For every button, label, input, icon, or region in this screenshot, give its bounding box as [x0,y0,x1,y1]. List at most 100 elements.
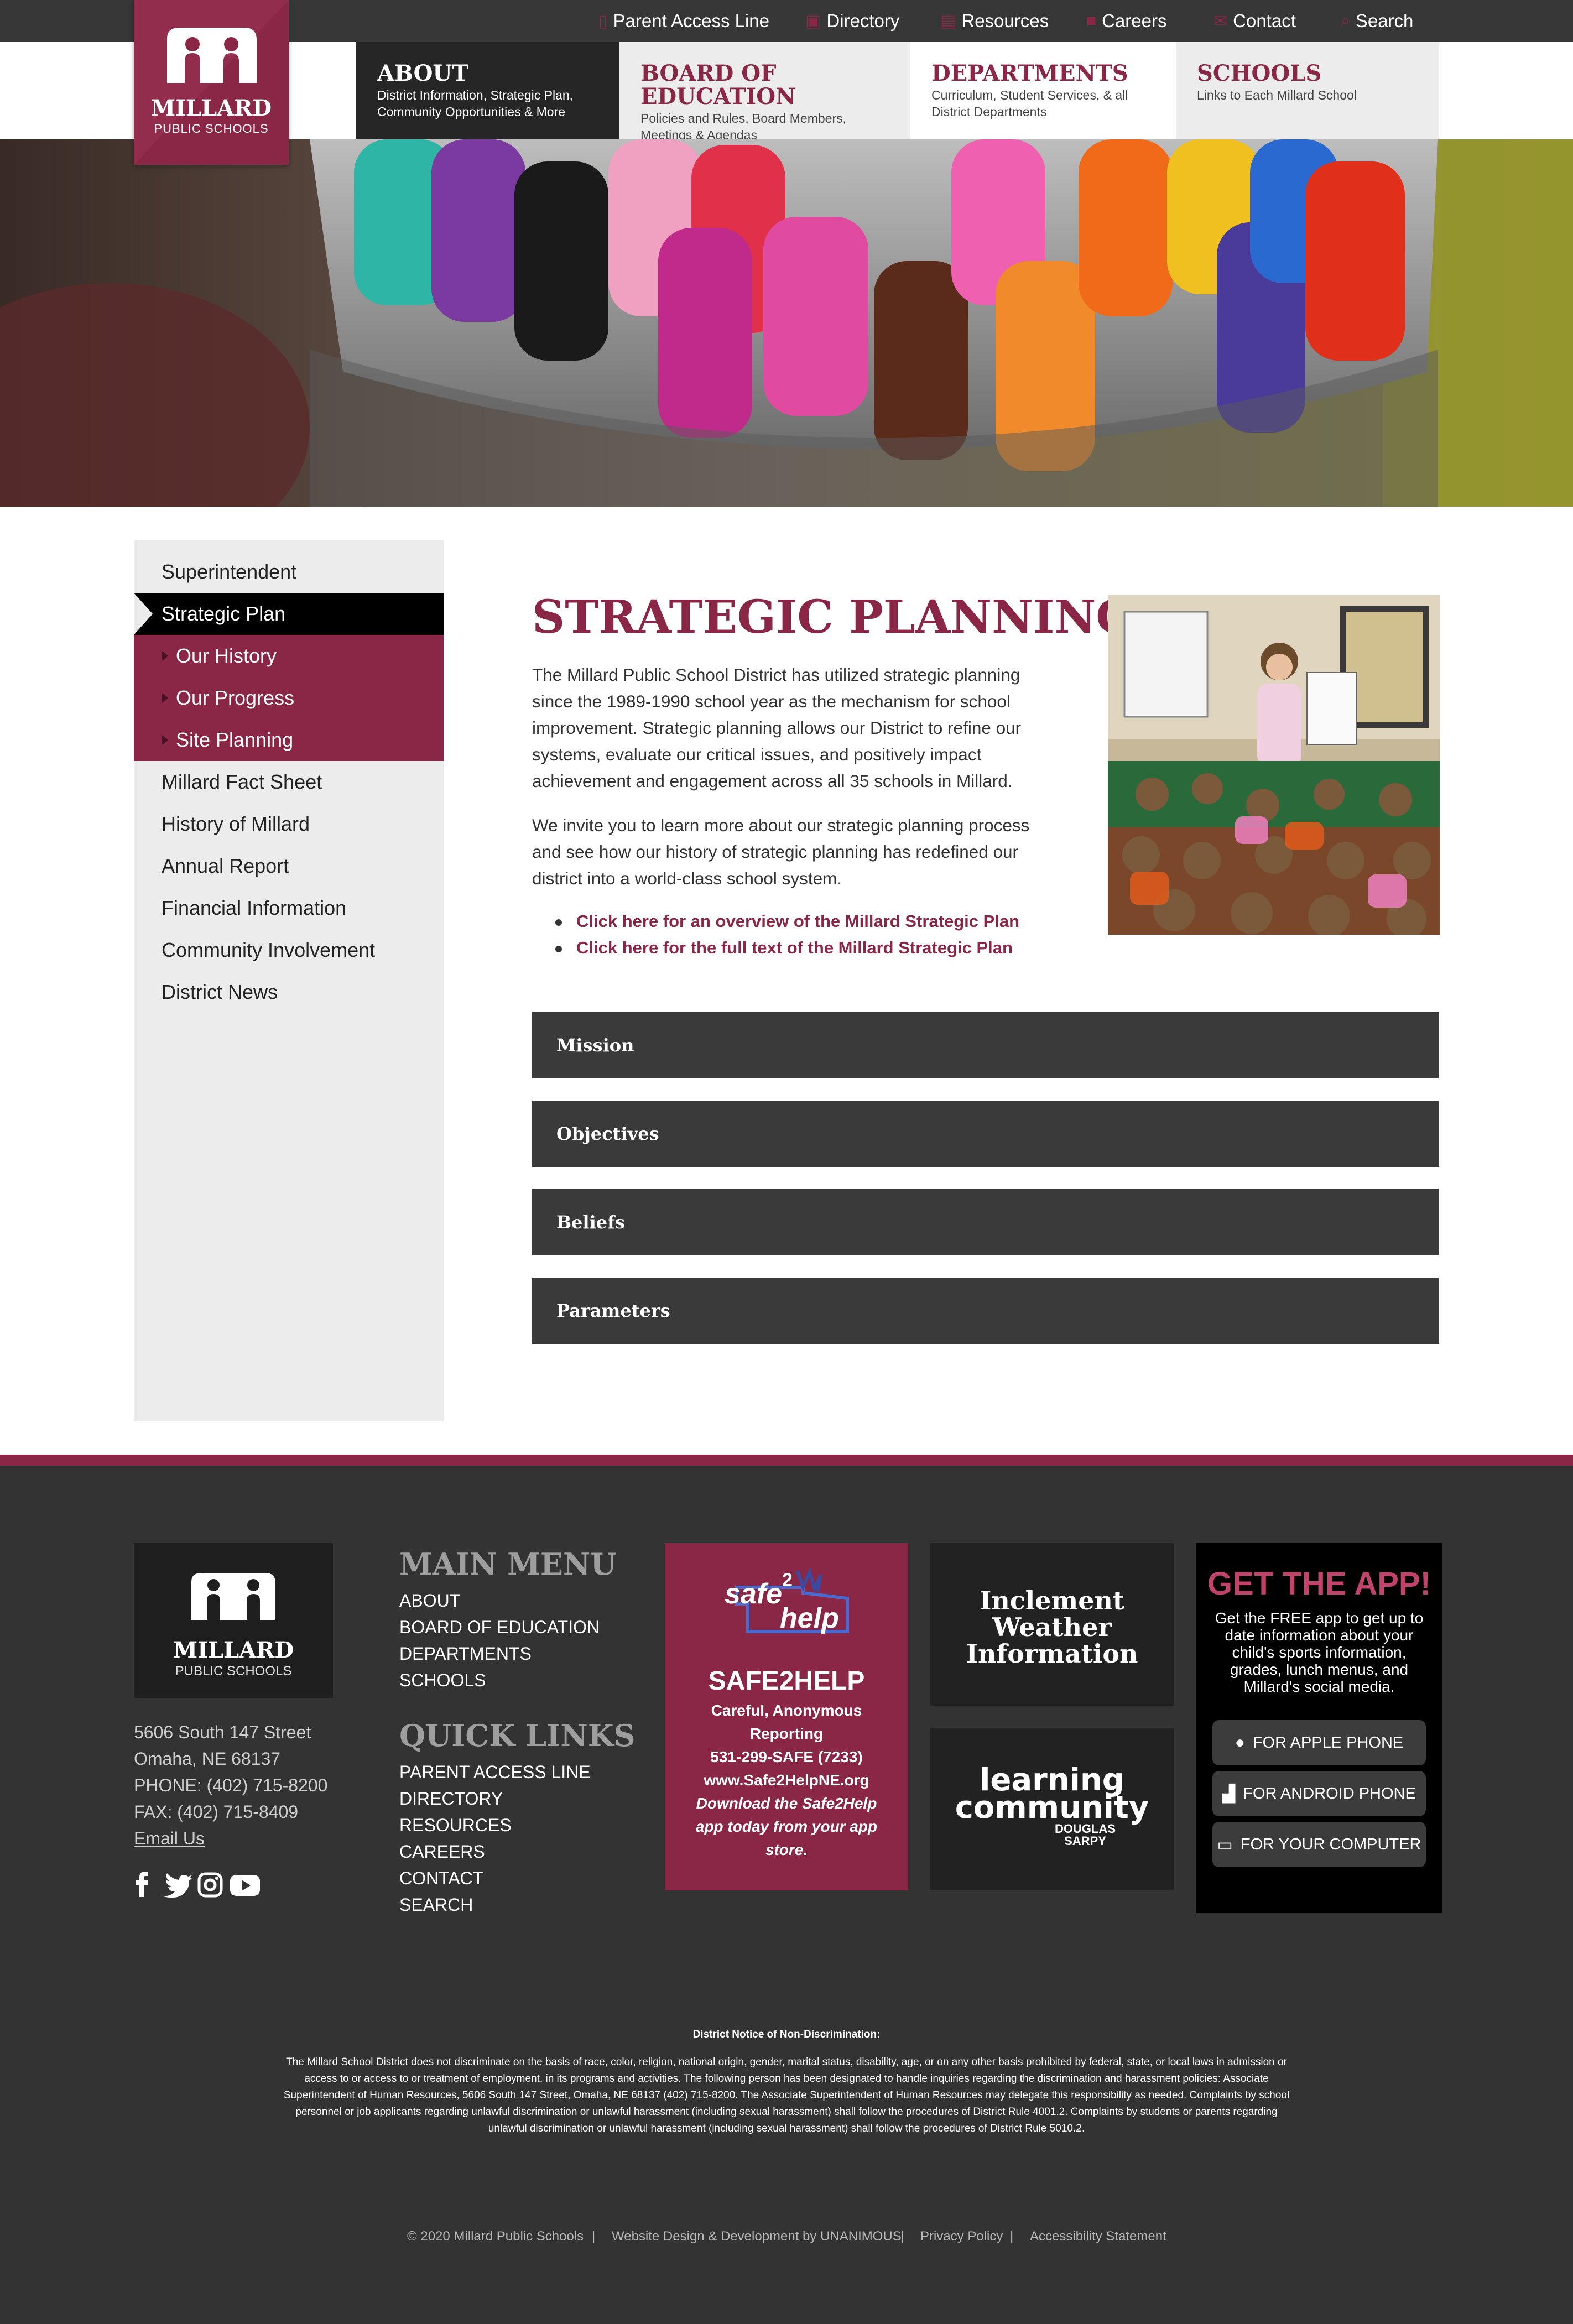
learning-community-card[interactable]: learning community DOUGLAS SARPY [930,1728,1174,1890]
safe2help-phone: 531-299-SAFE (7233) [710,1748,863,1765]
nav-tab-subtitle: District Information, Strategic Plan, [377,88,574,102]
apple-icon: ● [1235,1733,1245,1752]
directory-icon: ▣ [805,12,821,30]
app-button-label: FOR APPLE PHONE [1252,1733,1404,1752]
sidebar-item-label: Millard Fact Sheet [162,770,322,793]
paragraph-line: and see how our history of strategic pla… [532,842,1019,862]
inclement-weather-card[interactable]: Inclement Weather Information [930,1543,1174,1706]
millard-logo[interactable]: MILLARD PUBLIC SCHOOLS [134,0,289,165]
classroom-photo-icon [1108,595,1440,935]
sidebar-item-strategic-plan[interactable]: Strategic Plan [134,593,444,635]
nav-tab-schools[interactable]: SCHOOLS Links to Each Millard School [1176,42,1439,139]
nav-tab-about[interactable]: ABOUT District Information, Strategic Pl… [356,42,619,139]
utility-link-parent-access-line[interactable]: ▯ Parent Access Line [598,0,769,42]
safe2help-logo-num: 2 [782,1570,793,1591]
utility-link-careers[interactable]: ■ Careers [1086,0,1167,42]
logo-sub: PUBLIC SCHOOLS [154,122,269,136]
notice-line: Superintendent of Human Resources, 5606 … [283,2089,1290,2101]
safe2help-line: Download the Safe2Help [696,1795,877,1812]
hero-image [0,139,1573,507]
sidebar-item-our-history[interactable]: Our History [134,635,444,677]
utility-link-label: Parent Access Line [613,11,770,31]
sidebar-item-label: History of Millard [162,812,310,835]
utility-link-label: Resources [961,11,1049,31]
footer-menu-board-of-education[interactable]: BOARD OF EDUCATION [399,1617,600,1638]
safe2help-logo-top: safe [725,1578,783,1610]
accordion-parameters[interactable]: Parameters [532,1278,1439,1344]
notice-line: personnel or job applicants regarding un… [295,2106,1278,2118]
sidebar-item-site-planning[interactable]: Site Planning [134,719,444,761]
sidebar-item-history-of-millard[interactable]: History of Millard [134,803,444,845]
quick-link-search[interactable]: SEARCH [399,1895,473,1915]
separator: | [900,2229,904,2244]
accordion-label: Beliefs [556,1212,625,1233]
android-icon: ▟ [1222,1784,1236,1803]
design-credit-link[interactable]: Website Design & Development by UNANIMOU… [612,2229,902,2244]
learning-line: community [955,1790,1149,1826]
sidebar-item-financial-information[interactable]: Financial Information [134,887,444,929]
classroom-photo [1108,595,1440,935]
quick-link-contact[interactable]: CONTACT [399,1868,483,1889]
sidebar-item-annual-report[interactable]: Annual Report [134,845,444,887]
privacy-policy-link[interactable]: Privacy Policy [920,2229,1003,2244]
weather-title: Inclement Weather Information [930,1587,1174,1667]
quick-link-parent-access-line[interactable]: PARENT ACCESS LINE [399,1762,591,1783]
accordion-label: Mission [556,1035,634,1056]
social-icons-row [136,1872,260,1898]
nav-tab-board-of-education[interactable]: BOARD OF EDUCATION Policies and Rules, B… [619,42,910,142]
safe2help-card[interactable]: safe 2 help SAFE2HELP Careful, Anonymous… [665,1543,908,1890]
sidebar-item-label: Strategic Plan [162,602,286,625]
search-icon: ⌕ [1341,12,1350,30]
nav-tab-title: DEPARTMENTS [931,60,1128,86]
paragraph-line: We invite you to learn more about our st… [532,815,1030,835]
accordion-mission[interactable]: Mission [532,1012,1439,1078]
sidebar-item-community-involvement[interactable]: Community Involvement [134,929,444,971]
strategic-plan-overview-link[interactable]: Click here for an overview of the Millar… [576,911,1019,931]
app-line: Get the FREE app to get up to [1215,1609,1424,1627]
quick-link-resources[interactable]: RESOURCES [399,1815,512,1836]
sidebar-item-our-progress[interactable]: Our Progress [134,677,444,719]
footer-email-link[interactable]: Email Us [134,1828,205,1849]
nav-tab-subtitle: Curriculum, Student Services, & all [931,88,1128,102]
notice-heading: District Notice of Non-Discrimination: [692,2029,881,2040]
sidebar-item-district-news[interactable]: District News [134,971,444,1013]
notice-line: unlawful discrimination or unlawful hara… [488,2123,1085,2134]
nav-tab-subtitle: Policies and Rules, Board Members, [640,111,846,126]
briefcase-icon: ■ [1086,12,1097,30]
sidebar-item-label: District News [162,981,278,1003]
nav-tab-departments[interactable]: DEPARTMENTS Curriculum, Student Services… [910,42,1176,139]
utility-link-directory[interactable]: ▣ Directory [805,0,899,42]
strategic-plan-full-text-link[interactable]: Click here for the full text of the Mill… [576,938,1013,958]
sidebar-item-label: Our History [176,644,277,667]
quick-link-careers[interactable]: CAREERS [399,1842,485,1862]
nav-tab-title: ABOUT [377,60,469,86]
app-button-label: FOR YOUR COMPUTER [1240,1835,1421,1853]
safe2help-line: Careful, Anonymous [711,1702,862,1719]
nav-tab-subtitle: Links to Each Millard School [1197,88,1357,102]
footer-menu-schools[interactable]: SCHOOLS [399,1670,486,1691]
bullet-icon [555,946,562,952]
footer-address-line: Omaha, NE 68137 [134,1749,281,1769]
sidebar-item-millard-fact-sheet[interactable]: Millard Fact Sheet [134,761,444,803]
footer-logo-name: MILLARD [173,1637,294,1663]
accessibility-statement-link[interactable]: Accessibility Statement [1030,2229,1166,2244]
utility-link-contact[interactable]: ✉ Contact [1213,0,1296,42]
learning-sub: DOUGLAS SARPY [1046,1823,1124,1847]
utility-link-resources[interactable]: ▤ Resources [940,0,1049,42]
footer-menu-departments[interactable]: DEPARTMENTS [399,1644,532,1664]
app-android-button[interactable]: ▟ FOR ANDROID PHONE [1212,1771,1426,1816]
footer-menu-about[interactable]: ABOUT [399,1591,460,1611]
footer-stripe [0,1455,1573,1466]
app-apple-button[interactable]: ● FOR APPLE PHONE [1212,1720,1426,1765]
utility-link-search[interactable]: ⌕ Search [1341,0,1413,42]
intro-paragraph: The Millard Public School District has u… [532,661,1046,794]
sidebar-item-superintendent[interactable]: Superintendent [134,551,444,593]
app-description: Get the FREE app to get up to date infor… [1196,1609,1442,1695]
app-computer-button[interactable]: ▭ FOR YOUR COMPUTER [1212,1822,1426,1867]
bullet-icon [555,919,562,926]
accordion-beliefs[interactable]: Beliefs [532,1189,1439,1255]
quick-link-directory[interactable]: DIRECTORY [399,1789,503,1809]
paragraph-line: since the 1989-1990 school year as the m… [532,691,1011,711]
footer-logo[interactable]: MILLARD PUBLIC SCHOOLS [134,1543,333,1698]
accordion-objectives[interactable]: Objectives [532,1101,1439,1167]
